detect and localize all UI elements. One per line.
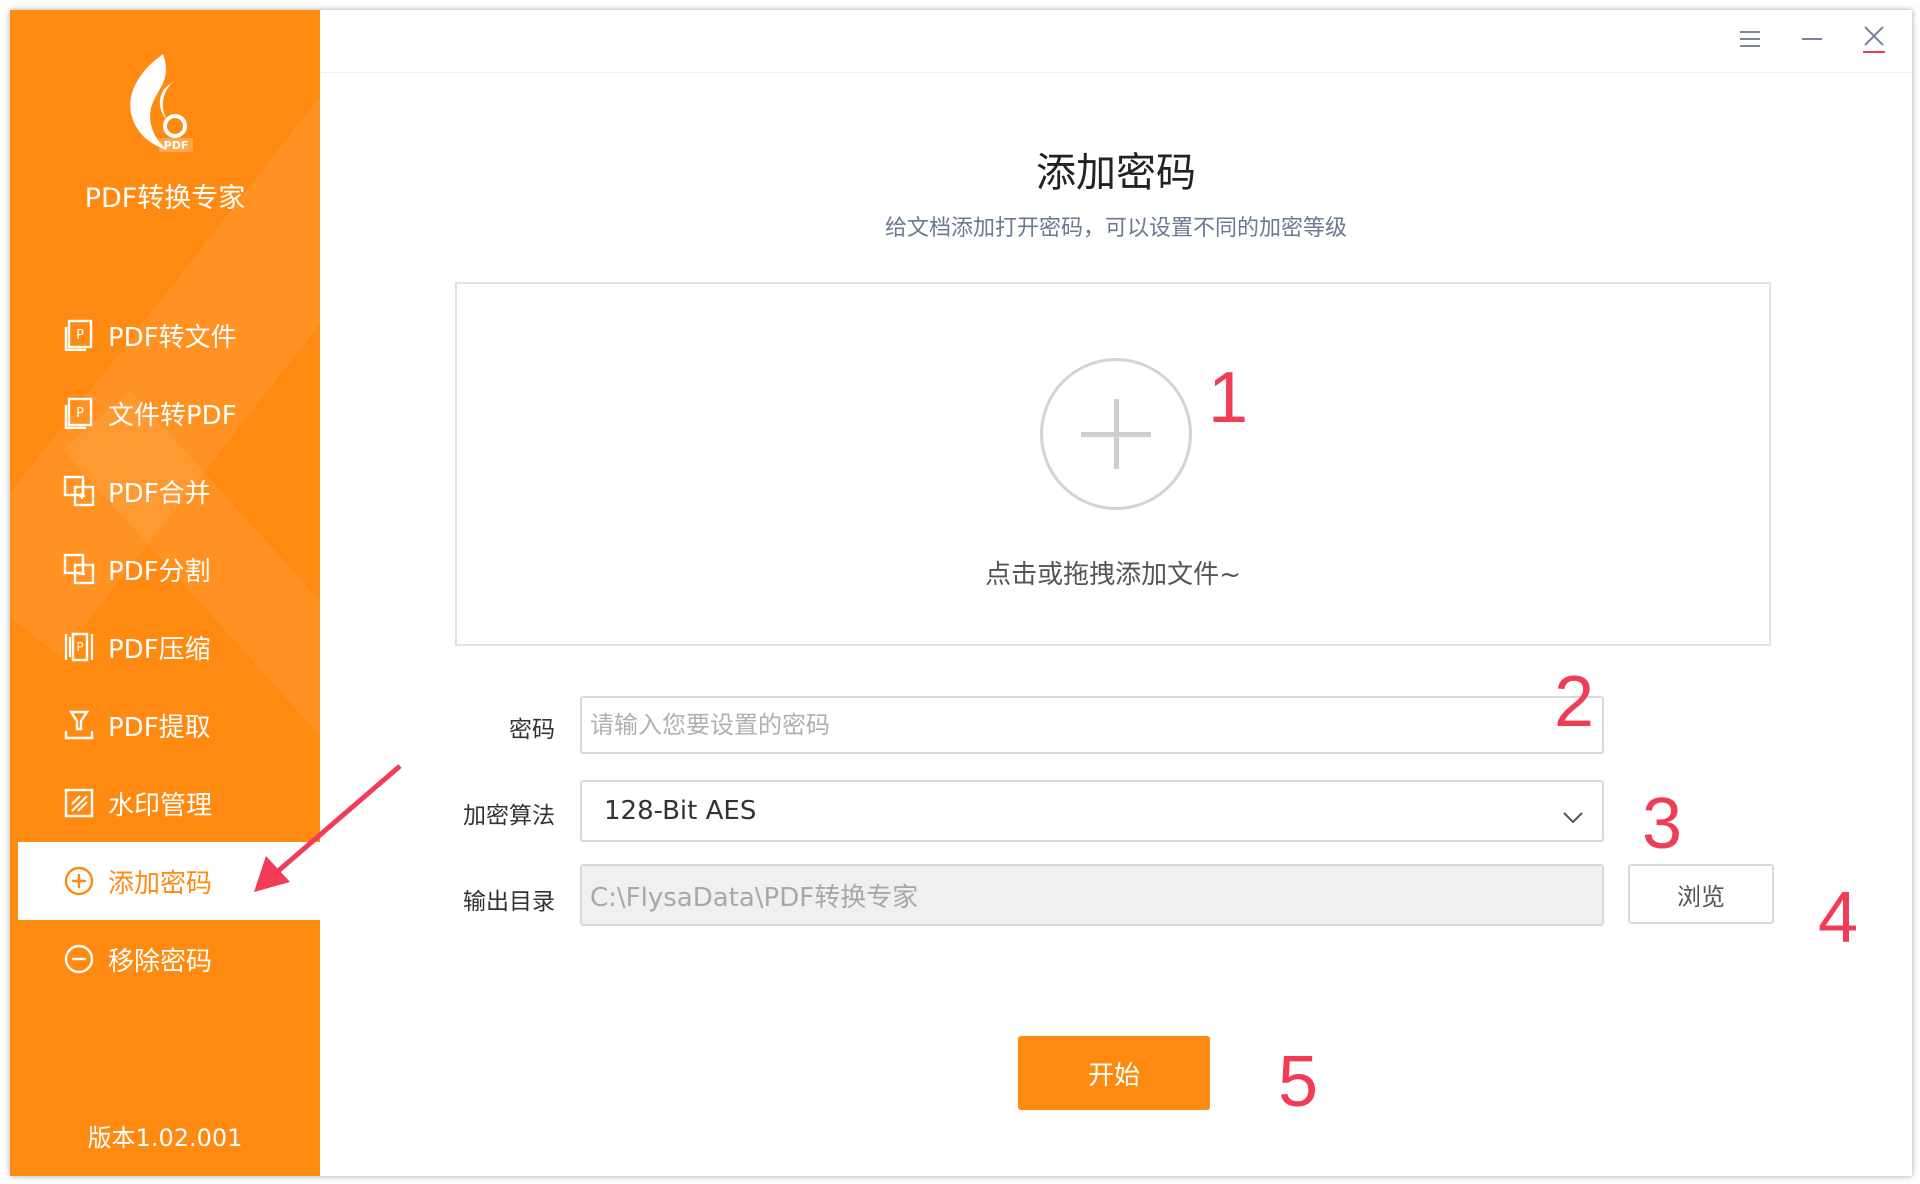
annotation-marker-3: 3 <box>1642 784 1683 864</box>
sidebar-item-label: PDF压缩 <box>108 634 211 665</box>
svg-text:P: P <box>76 328 84 343</box>
sidebar-item-label: PDF分割 <box>108 556 211 587</box>
title-bar <box>320 10 1912 73</box>
close-icon <box>1861 24 1887 58</box>
sidebar-item-label: 添加密码 <box>108 868 213 899</box>
sidebar-item-pdf-split[interactable]: PDF分割 <box>10 530 320 608</box>
sidebar-item-remove-password[interactable]: 移除密码 <box>10 920 320 998</box>
app-name: PDF转换专家 <box>84 183 246 214</box>
menu-icon <box>1738 29 1762 53</box>
chevron-down-icon <box>1562 802 1584 832</box>
annotation-arrow <box>254 764 402 892</box>
password-input[interactable] <box>580 696 1604 754</box>
sidebar-item-pdf-merge[interactable]: PDF合并 <box>10 452 320 530</box>
menu-button[interactable] <box>1732 24 1768 58</box>
sidebar-item-label: PDF转文件 <box>108 322 237 353</box>
algorithm-select[interactable]: 128-Bit AES <box>580 780 1604 842</box>
svg-text:P: P <box>76 406 84 421</box>
pdf-to-file-icon: P <box>62 318 96 352</box>
minimize-button[interactable] <box>1794 24 1830 58</box>
sidebar-item-label: 水印管理 <box>108 790 213 821</box>
output-dir-label: 输出目录 <box>463 889 555 915</box>
close-button[interactable] <box>1856 24 1892 58</box>
algorithm-value: 128-Bit AES <box>604 796 757 826</box>
password-label: 密码 <box>509 717 555 743</box>
page-title: 添加密码 <box>1036 150 1196 196</box>
annotation-marker-5: 5 <box>1278 1042 1319 1122</box>
algorithm-label: 加密算法 <box>463 803 555 829</box>
version-label: 版本1.02.001 <box>87 1124 243 1152</box>
annotation-marker-4: 4 <box>1818 878 1859 958</box>
output-dir-field: C:\FlysaData\PDF转换专家 <box>580 864 1604 926</box>
annotation-marker-1: 1 <box>1208 358 1249 438</box>
sidebar-item-pdf-compress[interactable]: P PDF压缩 <box>10 608 320 686</box>
page-subtitle: 给文档添加打开密码，可以设置不同的加密等级 <box>884 216 1347 241</box>
minus-circle-icon <box>62 942 96 976</box>
file-to-pdf-icon: P <box>62 396 96 430</box>
app-window: PDF PDF转换专家 P PDF转文件 P 文件转PDF PDF合并 PDF分… <box>10 10 1912 1176</box>
svg-text:P: P <box>76 640 83 654</box>
sidebar-item-label: PDF合并 <box>108 478 211 509</box>
start-button[interactable]: 开始 <box>1018 1036 1210 1110</box>
minimize-icon <box>1800 29 1824 53</box>
sidebar-item-label: PDF提取 <box>108 712 211 743</box>
watermark-icon <box>62 786 96 820</box>
sidebar-item-pdf-extract[interactable]: PDF提取 <box>10 686 320 764</box>
sidebar: PDF PDF转换专家 P PDF转文件 P 文件转PDF PDF合并 PDF分… <box>10 10 320 1176</box>
dropzone-hint: 点击或拖拽添加文件~ <box>985 560 1241 590</box>
sidebar-item-pdf-to-file[interactable]: P PDF转文件 <box>10 296 320 374</box>
split-icon <box>62 552 96 586</box>
browse-button[interactable]: 浏览 <box>1628 864 1774 924</box>
merge-icon <box>62 474 96 508</box>
add-file-icon[interactable] <box>1040 358 1192 510</box>
compress-icon: P <box>62 630 96 664</box>
app-logo: PDF <box>115 50 215 160</box>
output-dir-value: C:\FlysaData\PDF转换专家 <box>590 882 919 913</box>
sidebar-item-file-to-pdf[interactable]: P 文件转PDF <box>10 374 320 452</box>
plus-circle-icon <box>62 864 96 898</box>
annotation-marker-2: 2 <box>1554 662 1595 742</box>
svg-text:PDF: PDF <box>164 139 189 152</box>
sidebar-item-label: 移除密码 <box>108 946 213 977</box>
file-dropzone[interactable]: 点击或拖拽添加文件~ <box>455 282 1771 646</box>
sidebar-item-label: 文件转PDF <box>108 400 237 431</box>
extract-icon <box>62 708 96 742</box>
